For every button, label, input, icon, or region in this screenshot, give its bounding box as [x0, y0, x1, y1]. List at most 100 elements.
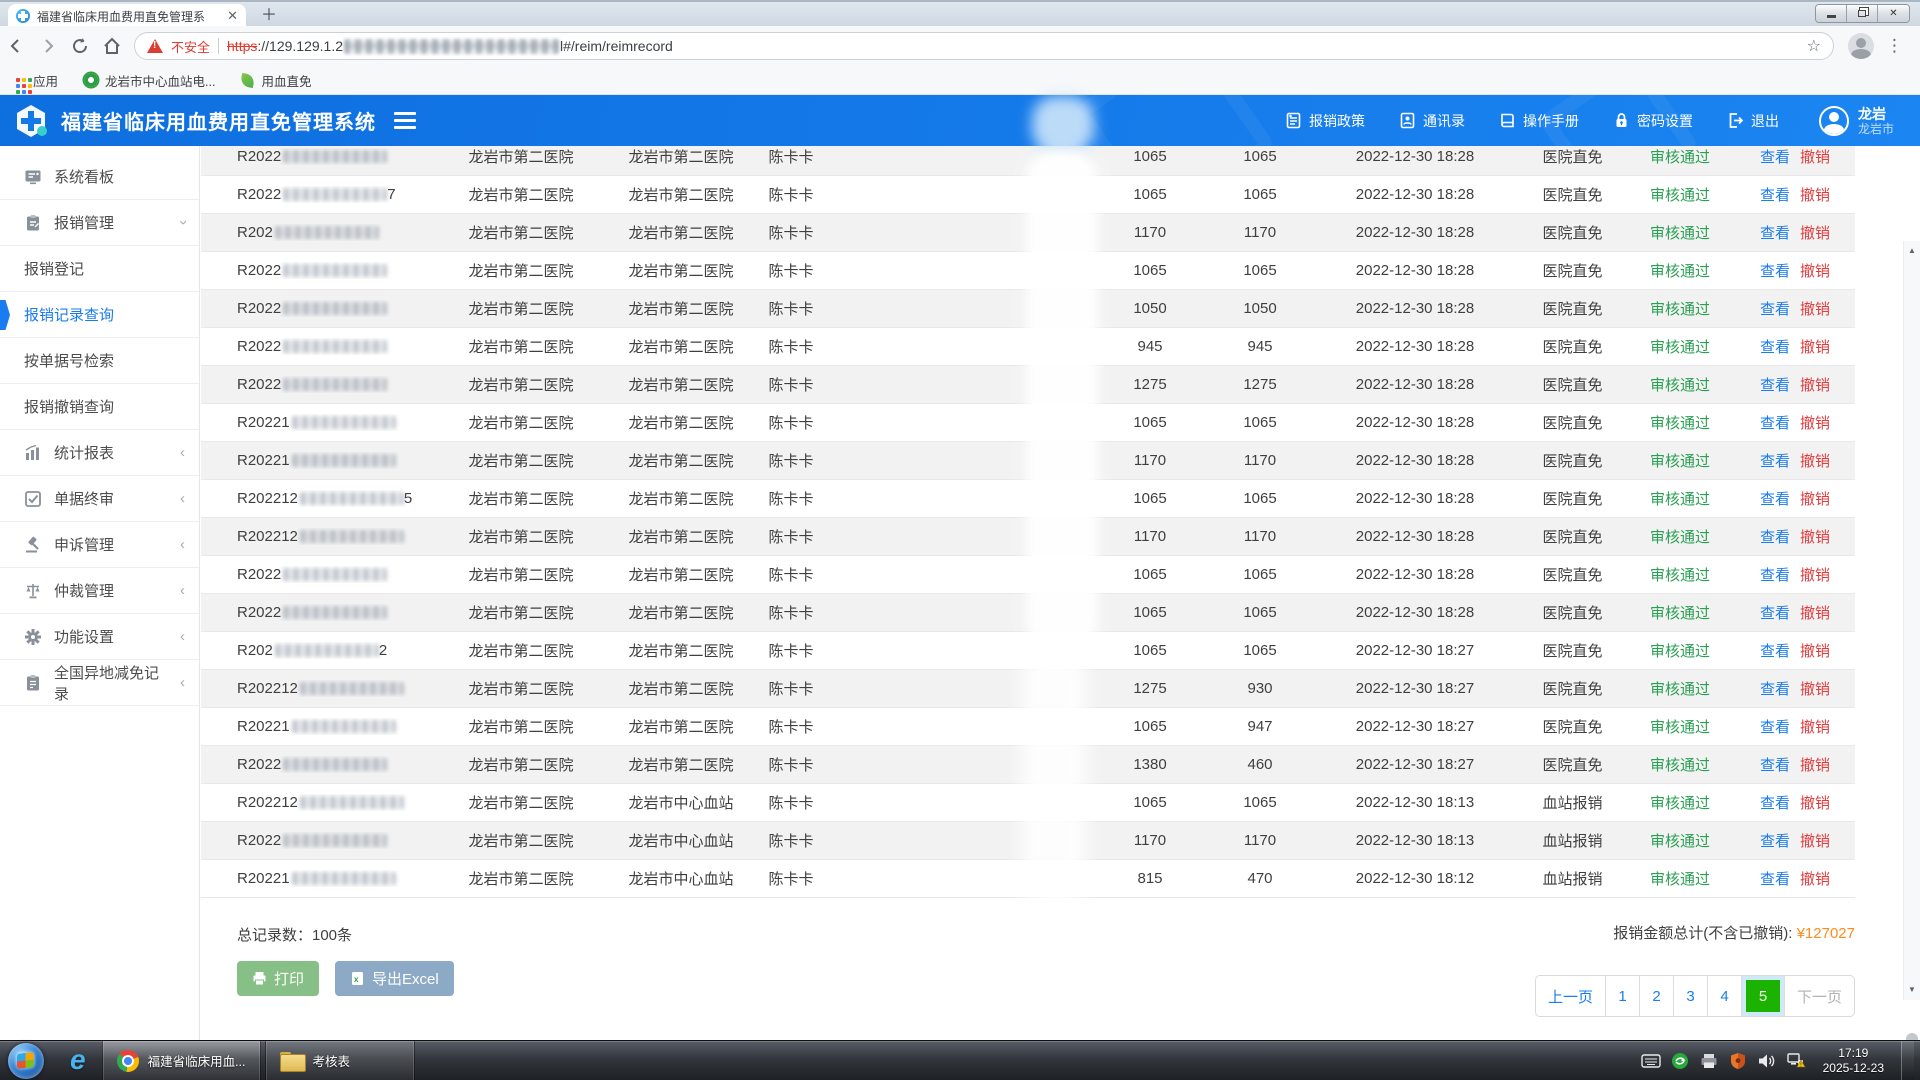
view-link[interactable]: 查看: [1760, 795, 1790, 812]
keyboard-icon[interactable]: [1641, 1051, 1661, 1071]
view-link[interactable]: 查看: [1760, 681, 1790, 698]
revoke-link[interactable]: 撤销: [1800, 681, 1830, 698]
bookmark-apps[interactable]: 应用: [14, 71, 58, 90]
revoke-link[interactable]: 撤销: [1800, 643, 1830, 660]
browser-menu-icon[interactable]: ⋮: [1886, 36, 1903, 56]
view-link[interactable]: 查看: [1760, 871, 1790, 888]
start-button[interactable]: [8, 1043, 44, 1079]
view-link[interactable]: 查看: [1760, 529, 1790, 546]
view-link[interactable]: 查看: [1760, 377, 1790, 394]
print-button[interactable]: 打印: [237, 961, 319, 996]
table-row[interactable]: R2022 龙岩市第二医院 龙岩市第二医院 陈卡卡 1065 1065 2022…: [201, 556, 1855, 594]
revoke-link[interactable]: 撤销: [1800, 719, 1830, 736]
printer-tray-icon[interactable]: [1699, 1051, 1719, 1071]
revoke-link[interactable]: 撤销: [1800, 263, 1830, 280]
table-row[interactable]: R2022 龙岩市第二医院 龙岩市第二医院 陈卡卡 945 945 2022-1…: [201, 328, 1855, 366]
revoke-link[interactable]: 撤销: [1800, 833, 1830, 850]
revoke-link[interactable]: 撤销: [1800, 301, 1830, 318]
restore-button[interactable]: [1847, 5, 1878, 22]
table-row[interactable]: R20221 龙岩市第二医院 龙岩市第二医院 陈卡卡 1065 1065 202…: [201, 404, 1855, 442]
revoke-link[interactable]: 撤销: [1800, 529, 1830, 546]
table-row[interactable]: R2022 龙岩市第二医院 龙岩市第二医院 陈卡卡 1065 1065 2022…: [201, 594, 1855, 632]
sidebar-item-arbitration[interactable]: 仲裁管理 ‹: [0, 568, 199, 614]
table-row[interactable]: R2022 龙岩市第二医院 龙岩市第二医院 陈卡卡 1065 1065 2022…: [201, 146, 1855, 176]
revoke-link[interactable]: 撤销: [1800, 757, 1830, 774]
bookmark-star-icon[interactable]: ☆: [1807, 36, 1821, 56]
nav-logout[interactable]: 退出: [1727, 111, 1779, 131]
table-row[interactable]: R2022 龙岩市第二医院 龙岩市第二医院 陈卡卡 1380 460 2022-…: [201, 746, 1855, 784]
home-icon[interactable]: [96, 31, 128, 61]
page-scrollbar[interactable]: ▲ ▼: [1903, 241, 1920, 1000]
sidebar-subitem-reimburse-register[interactable]: 报销登记: [0, 246, 199, 292]
view-link[interactable]: 查看: [1760, 225, 1790, 242]
reload-icon[interactable]: [64, 31, 96, 61]
pagination-page-5-active[interactable]: 5: [1742, 976, 1785, 1016]
pagination-next[interactable]: 下一页: [1785, 976, 1854, 1016]
browser-profile-icon[interactable]: [1848, 33, 1874, 59]
pagination-page-1[interactable]: 1: [1606, 976, 1640, 1016]
show-desktop-button[interactable]: [1901, 1041, 1914, 1080]
revoke-link[interactable]: 撤销: [1800, 187, 1830, 204]
sidebar-item-dashboard[interactable]: 系统看板: [0, 154, 199, 200]
table-row[interactable]: R202212 龙岩市第二医院 龙岩市第二医院 陈卡卡 1275 930 202…: [201, 670, 1855, 708]
nav-reimburse-policy[interactable]: 报销政策: [1285, 111, 1365, 131]
table-row[interactable]: R20221 龙岩市第二医院 龙岩市中心血站 陈卡卡 815 470 2022-…: [201, 860, 1855, 898]
view-link[interactable]: 查看: [1760, 605, 1790, 622]
table-row[interactable]: R20227 龙岩市第二医院 龙岩市第二医院 陈卡卡 1065 1065 202…: [201, 176, 1855, 214]
table-row[interactable]: R2022 龙岩市第二医院 龙岩市中心血站 陈卡卡 1170 1170 2022…: [201, 822, 1855, 860]
view-link[interactable]: 查看: [1760, 187, 1790, 204]
task-chrome-window[interactable]: 福建省临床用血...: [102, 1041, 261, 1080]
pagination-page-2[interactable]: 2: [1640, 976, 1674, 1016]
view-link[interactable]: 查看: [1760, 643, 1790, 660]
view-link[interactable]: 查看: [1760, 757, 1790, 774]
bookmark-blood-station[interactable]: 龙岩市中心血站电...: [84, 71, 215, 90]
new-tab-button[interactable]: ＋: [256, 6, 282, 26]
table-row[interactable]: R202212 龙岩市第二医院 龙岩市中心血站 陈卡卡 1065 1065 20…: [201, 784, 1855, 822]
minimize-button[interactable]: [1816, 5, 1847, 22]
revoke-link[interactable]: 撤销: [1800, 149, 1830, 166]
table-row[interactable]: R2022 龙岩市第二医院 龙岩市第二医院 陈卡卡 1050 1050 2022…: [201, 290, 1855, 328]
revoke-link[interactable]: 撤销: [1800, 795, 1830, 812]
revoke-link[interactable]: 撤销: [1800, 225, 1830, 242]
revoke-link[interactable]: 撤销: [1800, 415, 1830, 432]
antivirus-icon[interactable]: [1670, 1051, 1690, 1071]
nav-manual[interactable]: 操作手册: [1499, 111, 1579, 131]
nav-contacts[interactable]: 通讯录: [1399, 111, 1465, 131]
scroll-up-icon[interactable]: ▲: [1904, 243, 1920, 259]
network-warning-icon[interactable]: !: [1786, 1051, 1806, 1071]
revoke-link[interactable]: 撤销: [1800, 605, 1830, 622]
forward-icon[interactable]: [32, 31, 64, 61]
sidebar-item-settings[interactable]: 功能设置 ‹: [0, 614, 199, 660]
security-warning-label[interactable]: 不安全: [171, 37, 210, 56]
view-link[interactable]: 查看: [1760, 339, 1790, 356]
sidebar-subitem-reimburse-record-query[interactable]: 报销记录查询: [0, 292, 199, 338]
pagination-page-4[interactable]: 4: [1708, 976, 1742, 1016]
browser-tab[interactable]: 福建省临床用血费用直免管理系 ✕: [8, 4, 246, 28]
table-row[interactable]: R2022 龙岩市第二医院 龙岩市第二医院 陈卡卡 1275 1275 2022…: [201, 366, 1855, 404]
security-shield-icon[interactable]: [1728, 1051, 1748, 1071]
internet-explorer-icon[interactable]: e: [70, 1044, 86, 1076]
back-icon[interactable]: [0, 31, 32, 61]
sidebar-item-statistics[interactable]: 统计报表 ‹: [0, 430, 199, 476]
export-excel-button[interactable]: x 导出Excel: [335, 961, 454, 996]
view-link[interactable]: 查看: [1760, 453, 1790, 470]
revoke-link[interactable]: 撤销: [1800, 377, 1830, 394]
scroll-down-icon[interactable]: ▼: [1904, 982, 1920, 998]
pagination-page-3[interactable]: 3: [1674, 976, 1708, 1016]
tab-close-icon[interactable]: ✕: [227, 8, 238, 24]
table-row[interactable]: R20221 龙岩市第二医院 龙岩市第二医院 陈卡卡 1170 1170 202…: [201, 442, 1855, 480]
view-link[interactable]: 查看: [1760, 491, 1790, 508]
revoke-link[interactable]: 撤销: [1800, 567, 1830, 584]
close-button[interactable]: ✕: [1878, 5, 1909, 22]
view-link[interactable]: 查看: [1760, 567, 1790, 584]
table-row[interactable]: R2022 龙岩市第二医院 龙岩市第二医院 陈卡卡 1065 1065 2022…: [201, 252, 1855, 290]
pagination-prev[interactable]: 上一页: [1536, 976, 1606, 1016]
view-link[interactable]: 查看: [1760, 415, 1790, 432]
view-link[interactable]: 查看: [1760, 263, 1790, 280]
bookmark-blood-exemption[interactable]: 用血直免: [241, 71, 311, 90]
view-link[interactable]: 查看: [1760, 301, 1790, 318]
revoke-link[interactable]: 撤销: [1800, 871, 1830, 888]
view-link[interactable]: 查看: [1760, 833, 1790, 850]
address-bar[interactable]: 不安全 https://129.129.1.2l#/reim/reimrecor…: [134, 32, 1834, 60]
revoke-link[interactable]: 撤销: [1800, 453, 1830, 470]
